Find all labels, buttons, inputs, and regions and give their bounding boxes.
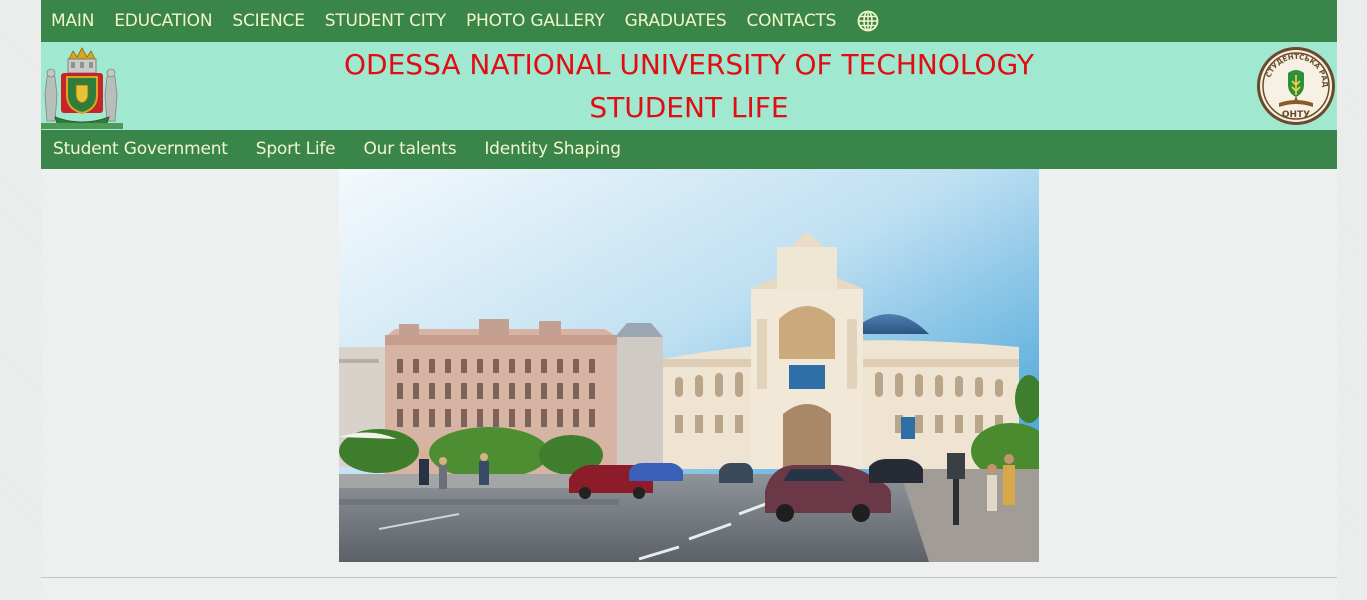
student-council-seal-logo[interactable]: СТУДЕНТСЬКА РАДА ОНТУ — [1252, 39, 1337, 127]
globe-icon[interactable] — [857, 10, 879, 32]
nav-education[interactable]: EDUCATION — [114, 0, 212, 42]
university-title: ODESSA NATIONAL UNIVERSITY OF TECHNOLOGY — [344, 48, 1034, 81]
nav-student-city[interactable]: STUDENT CITY — [325, 0, 446, 42]
nav-photo-gallery[interactable]: PHOTO GALLERY — [466, 0, 605, 42]
footer-divider — [41, 577, 1337, 578]
section-title: STUDENT LIFE — [589, 91, 789, 124]
section-navigation: Student Government Sport Life Our talent… — [41, 130, 1337, 169]
nav-main[interactable]: MAIN — [51, 0, 94, 42]
site-banner: ODESSA NATIONAL UNIVERSITY OF TECHNOLOGY… — [41, 39, 1337, 130]
odessa-opera-house-photo — [339, 169, 1039, 562]
page-container: MAIN EDUCATION SCIENCE STUDENT CITY PHOT… — [41, 0, 1337, 600]
nav-contacts[interactable]: CONTACTS — [746, 0, 836, 42]
subnav-student-government[interactable]: Student Government — [53, 130, 228, 169]
subnav-sport-life[interactable]: Sport Life — [256, 130, 336, 169]
nav-graduates[interactable]: GRADUATES — [625, 0, 727, 42]
subnav-our-talents[interactable]: Our talents — [363, 130, 456, 169]
seal-text: ОНТУ — [1282, 110, 1310, 120]
top-navigation: MAIN EDUCATION SCIENCE STUDENT CITY PHOT… — [41, 0, 1337, 42]
subnav-identity-shaping[interactable]: Identity Shaping — [484, 130, 621, 169]
nav-science[interactable]: SCIENCE — [232, 0, 305, 42]
